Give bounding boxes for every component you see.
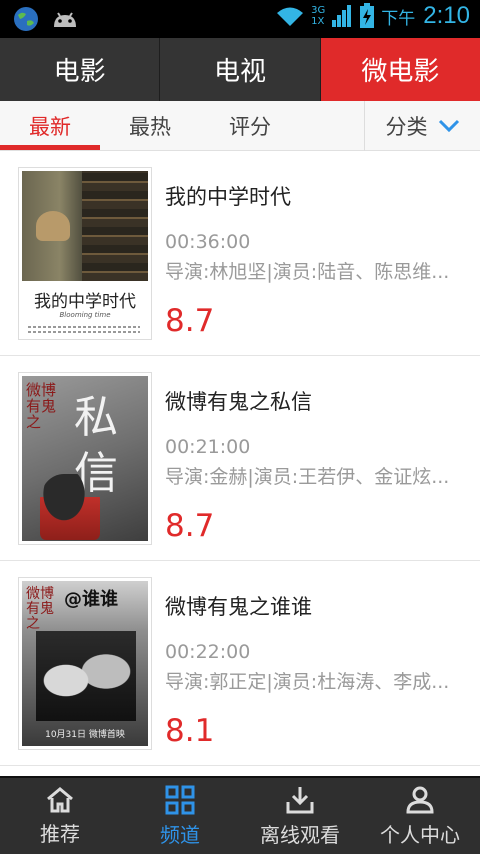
movie-title: 我的中学时代 <box>165 185 291 209</box>
poster-series: 微博有鬼之 <box>26 586 54 632</box>
poster-date: 10月31日 微博首映 <box>45 730 125 740</box>
nav-channels[interactable]: 频道 <box>120 778 240 854</box>
poster-figure <box>40 474 100 540</box>
tab-micro-movies[interactable]: 微电影 <box>320 38 480 101</box>
movie-title: 微博有鬼之私信 <box>165 390 312 414</box>
sort-tabs: 最新 最热 评分 分类 <box>0 101 480 151</box>
list-item[interactable]: 微博有鬼之 @谁谁 10月31日 微博首映 微博有鬼之谁谁 00:22:00 导… <box>0 561 480 766</box>
movie-crew: 导演:郭正定|演员:杜海涛、李成... <box>165 671 450 693</box>
movie-title: 微博有鬼之谁谁 <box>165 595 312 619</box>
poster-title: 我的中学时代 <box>34 292 136 312</box>
movie-poster[interactable]: 我的中学时代 Blooming time <box>18 167 152 340</box>
movie-duration: 00:36:00 <box>165 231 251 253</box>
home-icon <box>47 786 73 812</box>
user-icon <box>406 786 434 813</box>
wifi-icon <box>277 7 304 26</box>
poster-credits <box>28 326 140 328</box>
chevron-down-icon <box>438 119 459 133</box>
bottom-nav: 推荐 频道 离线观看 个人中心 <box>0 776 480 854</box>
sort-tab-rating[interactable]: 评分 <box>200 101 300 151</box>
movie-poster[interactable]: 微博有鬼之 私信 <box>18 372 152 545</box>
sort-tab-hottest[interactable]: 最热 <box>100 101 200 151</box>
time-ampm: 下午 <box>381 8 416 29</box>
active-tab-indicator <box>0 145 100 150</box>
tab-movies[interactable]: 电影 <box>0 38 161 101</box>
clock: 2:10 <box>423 2 470 29</box>
movie-duration: 00:22:00 <box>165 641 251 663</box>
list-item[interactable]: 微博有鬼之 私信 微博有鬼之私信 00:21:00 导演:金赫|演员:王若伊、金… <box>0 356 480 561</box>
top-tabs: 电影 电视 微电影 <box>0 38 480 101</box>
grid-icon <box>165 785 195 814</box>
poster-image <box>22 171 148 281</box>
nav-offline[interactable]: 离线观看 <box>240 778 360 854</box>
sort-tab-latest[interactable]: 最新 <box>0 101 100 151</box>
poster-title: @谁谁 <box>64 589 118 610</box>
poster-image: 微博有鬼之 私信 <box>22 376 148 541</box>
movie-crew: 导演:金赫|演员:王若伊、金证炫... <box>165 466 450 488</box>
poster-subtitle: Blooming time <box>59 311 111 319</box>
movie-score: 8.7 <box>165 303 215 339</box>
signal-icon <box>332 5 352 27</box>
poster-image: 微博有鬼之 @谁谁 10月31日 微博首映 <box>22 581 148 746</box>
nav-recommend[interactable]: 推荐 <box>0 778 120 854</box>
list-item[interactable]: 我的中学时代 Blooming time 我的中学时代 00:36:00 导演:… <box>0 151 480 356</box>
poster-credits <box>28 331 140 333</box>
movie-poster[interactable]: 微博有鬼之 @谁谁 10月31日 微博首映 <box>18 577 152 750</box>
status-bar: 3G 1X 下午 2:10 <box>0 0 480 38</box>
poster-faces <box>36 631 136 721</box>
movie-crew: 导演:林旭坚|演员:陆音、陈思维... <box>165 261 450 283</box>
movie-list: 我的中学时代 Blooming time 我的中学时代 00:36:00 导演:… <box>0 151 480 766</box>
tab-tv[interactable]: 电视 <box>160 38 321 101</box>
android-icon <box>54 12 76 27</box>
movie-duration: 00:21:00 <box>165 436 251 458</box>
globe-icon <box>14 7 38 31</box>
movie-score: 8.1 <box>165 713 215 749</box>
category-dropdown[interactable]: 分类 <box>364 101 480 151</box>
poster-series: 微博有鬼之 <box>26 381 57 431</box>
nav-profile[interactable]: 个人中心 <box>360 778 480 854</box>
download-icon <box>286 786 314 813</box>
battery-charging-icon <box>360 3 375 28</box>
movie-score: 8.7 <box>165 508 215 544</box>
network-type: 3G 1X <box>311 5 326 27</box>
